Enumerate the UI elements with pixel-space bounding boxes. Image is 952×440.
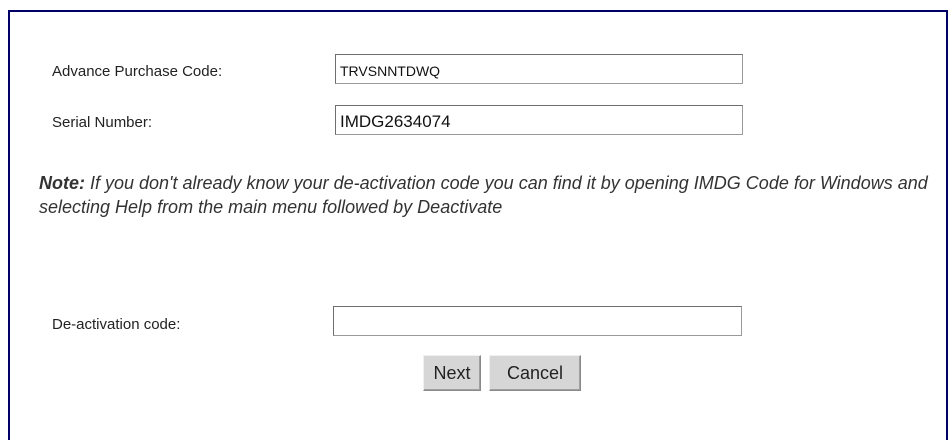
cancel-button[interactable]: Cancel: [489, 355, 581, 391]
serial-number-field[interactable]: [335, 105, 743, 135]
deactivation-code-field[interactable]: [333, 306, 742, 336]
note-text: If you don't already know your de-activa…: [39, 173, 928, 217]
advance-purchase-code-field[interactable]: [335, 54, 743, 84]
advance-purchase-code-label: Advance Purchase Code:: [52, 63, 223, 80]
serial-number-label: Serial Number:: [52, 114, 153, 131]
note-prefix: Note:: [39, 173, 85, 193]
deactivation-note: Note: If you don't already know your de-…: [39, 171, 939, 219]
deactivation-code-label: De-activation code:: [52, 316, 181, 333]
next-button[interactable]: Next: [423, 355, 481, 391]
